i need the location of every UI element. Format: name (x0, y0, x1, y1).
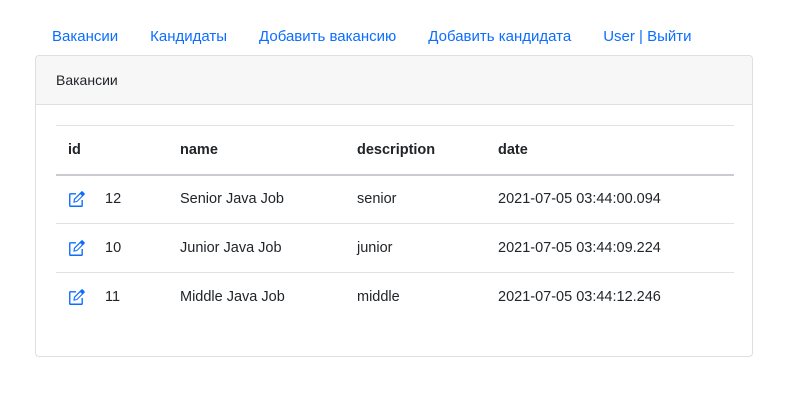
cell-id: 10 (56, 224, 180, 273)
table-row: 10 Junior Java Job junior 2021-07-05 03:… (56, 224, 734, 273)
nav-link-add-vacancy[interactable]: Добавить вакансию (243, 28, 412, 45)
cell-date: 2021-07-05 03:44:12.246 (498, 289, 661, 306)
nav-link-vacancies[interactable]: Вакансии (36, 28, 134, 45)
vacancies-table: id name description date 12 Senior Java … (56, 125, 734, 322)
cell-description: junior (357, 240, 393, 256)
cell-name: Senior Java Job (180, 191, 284, 208)
cell-description: senior (357, 191, 397, 208)
nav-link-user-logout[interactable]: User | Выйти (587, 28, 707, 45)
vacancies-card: Вакансии id name description date 12 Sen… (35, 55, 753, 357)
card-body: id name description date 12 Senior Java … (36, 105, 752, 322)
edit-icon[interactable] (68, 239, 85, 257)
cell-id: 11 (56, 273, 180, 322)
column-header-date: date (498, 141, 528, 158)
top-nav: Вакансии Кандидаты Добавить вакансию Доб… (36, 26, 708, 46)
cell-date: 2021-07-05 03:44:00.094 (498, 191, 661, 208)
table-row: 11 Middle Java Job middle 2021-07-05 03:… (56, 273, 734, 322)
edit-icon[interactable] (68, 288, 85, 306)
table-header-row: id name description date (56, 125, 734, 175)
cell-id: 12 (56, 175, 180, 224)
row-id: 10 (105, 240, 122, 256)
nav-link-add-candidate[interactable]: Добавить кандидата (412, 28, 587, 45)
column-header-description: description (357, 141, 436, 158)
cell-description: middle (357, 289, 400, 306)
nav-link-candidates[interactable]: Кандидаты (134, 28, 243, 45)
table-row: 12 Senior Java Job senior 2021-07-05 03:… (56, 175, 734, 224)
cell-date: 2021-07-05 03:44:09.224 (498, 240, 661, 256)
row-id: 12 (105, 191, 122, 208)
cell-name: Junior Java Job (180, 240, 282, 256)
cell-name: Middle Java Job (180, 289, 285, 306)
row-id: 11 (105, 289, 121, 306)
edit-icon[interactable] (68, 190, 85, 208)
card-header-title: Вакансии (36, 56, 752, 105)
column-header-id: id (68, 141, 81, 158)
column-header-name: name (180, 141, 218, 158)
